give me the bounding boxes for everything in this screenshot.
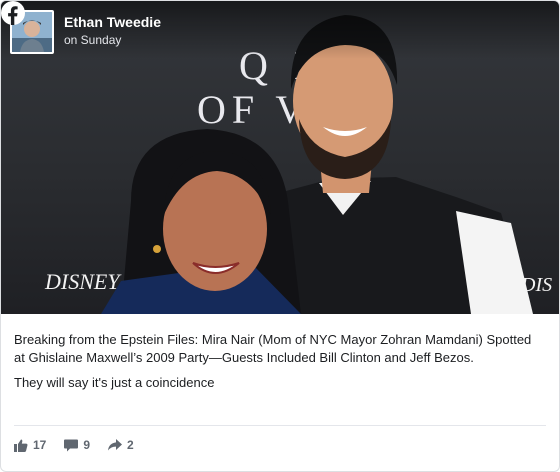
- post-text: Breaking from the Epstein Files: Mira Na…: [14, 331, 542, 399]
- facebook-icon[interactable]: [1, 1, 25, 25]
- comment-count: 9: [83, 438, 91, 452]
- like-count: 17: [33, 438, 47, 452]
- share-button[interactable]: 2: [108, 438, 134, 452]
- woman-earring: [153, 245, 161, 253]
- thumbs-up-icon: [14, 439, 28, 452]
- comment-icon: [64, 439, 79, 451]
- share-arrow-icon: [108, 439, 123, 451]
- author-name[interactable]: Ethan Tweedie: [64, 14, 161, 30]
- facebook-post-embed: Q N OF VE DISNEY DIS Ethan Tweedie on Su…: [0, 0, 560, 472]
- post-header: Ethan Tweedie on Sunday: [1, 1, 559, 59]
- divider: [14, 425, 546, 426]
- post-timestamp[interactable]: on Sunday: [64, 33, 121, 47]
- share-count: 2: [127, 438, 134, 452]
- post-paragraph-1: Breaking from the Epstein Files: Mira Na…: [14, 332, 532, 365]
- backdrop-logo-left: DISNEY: [44, 269, 122, 294]
- like-button[interactable]: 17: [14, 438, 46, 452]
- engagement-bar: 17 9 2: [14, 435, 152, 455]
- comment-button[interactable]: 9: [64, 438, 90, 452]
- post-paragraph-2: They will say it's just a coincidence: [14, 375, 215, 390]
- post-photo[interactable]: Q N OF VE DISNEY DIS Ethan Tweedie on Su…: [1, 1, 559, 314]
